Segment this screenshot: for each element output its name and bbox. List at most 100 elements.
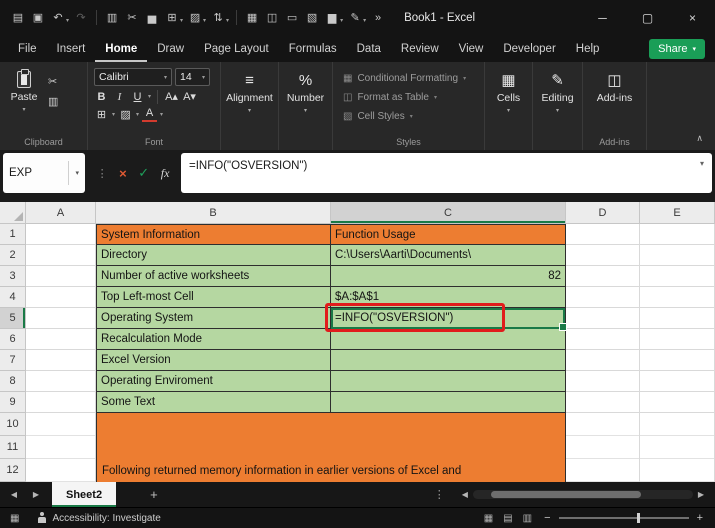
borders-caret-icon[interactable]: ▾ (180, 17, 183, 24)
tab-page-layout[interactable]: Page Layout (194, 35, 279, 62)
alignment-button[interactable]: ≡ Alignment ▾ (221, 62, 278, 114)
cell-B3[interactable]: Number of active worksheets (96, 266, 331, 287)
tab-data[interactable]: Data (347, 35, 391, 62)
row-header-4[interactable]: 4 (0, 287, 26, 308)
camera-icon[interactable]: ▭ (282, 7, 302, 29)
scrollbar-track[interactable] (473, 490, 693, 499)
cell-A9[interactable] (26, 392, 96, 413)
table-icon[interactable]: ▦ (242, 7, 262, 29)
copy-icon[interactable]: ▥ (102, 7, 122, 29)
cancel-icon[interactable]: × (119, 166, 127, 181)
zoom-out-icon[interactable]: − (544, 512, 550, 524)
fill-caret-icon[interactable]: ▾ (203, 17, 206, 24)
cell-C8[interactable] (331, 371, 566, 392)
cell-B5[interactable]: Operating System (96, 308, 331, 329)
scrollbar-thumb[interactable] (491, 491, 641, 498)
row-header-3[interactable]: 3 (0, 266, 26, 287)
cell-E6[interactable] (640, 329, 715, 350)
merged-note-cell[interactable]: Following returned memory information in… (96, 413, 566, 482)
column-header-A[interactable]: A (26, 202, 96, 224)
insert-function-icon[interactable]: fx (161, 166, 170, 181)
cut-icon[interactable]: ✂ (122, 7, 142, 29)
cell-D7[interactable] (566, 350, 640, 371)
cell-D8[interactable] (566, 371, 640, 392)
column-header-D[interactable]: D (566, 202, 640, 224)
cell-A8[interactable] (26, 371, 96, 392)
tab-help[interactable]: Help (566, 35, 610, 62)
expand-formula-bar-icon[interactable]: ▾ (700, 159, 704, 168)
row-header-9[interactable]: 9 (0, 392, 26, 413)
scroll-left-icon[interactable]: ◀ (457, 490, 473, 499)
fill-color-icon[interactable]: ▨ (118, 107, 133, 122)
row-headers-10-12[interactable]: 10 11 12 (0, 413, 26, 482)
conditional-formatting-button[interactable]: ▦ Conditional Formatting ▾ (343, 69, 484, 88)
app-menu-icon[interactable]: ▤ (8, 7, 28, 29)
cell-B1[interactable]: System Information (96, 224, 331, 245)
column-header-B[interactable]: B (96, 202, 331, 224)
tab-developer[interactable]: Developer (493, 35, 565, 62)
cut-icon[interactable]: ✂ (48, 74, 58, 88)
borders-icon[interactable]: ⊞ (94, 107, 109, 122)
row-header-6[interactable]: 6 (0, 329, 26, 350)
tab-formulas[interactable]: Formulas (279, 35, 347, 62)
cell-C4[interactable]: $A:$A$1 (331, 287, 566, 308)
fill-color-icon[interactable]: ▨ (185, 7, 205, 29)
normal-view-icon[interactable]: ▦ (484, 513, 493, 524)
cell-A6[interactable] (26, 329, 96, 350)
decrease-font-icon[interactable]: A▾ (182, 89, 197, 104)
column-header-C[interactable]: C (331, 202, 566, 224)
tab-view[interactable]: View (449, 35, 494, 62)
zoom-slider[interactable] (559, 517, 689, 519)
font-size-select[interactable]: 14 ▾ (175, 68, 210, 86)
borders-caret-icon[interactable]: ▾ (112, 111, 115, 118)
enter-icon[interactable]: ✓ (138, 165, 149, 181)
sheet-nav-right-icon[interactable]: ▶ (28, 490, 44, 499)
cell-C1[interactable]: Function Usage (331, 224, 566, 245)
underline-caret-icon[interactable]: ▾ (148, 93, 151, 100)
addins-button[interactable]: ◫ Add-ins (583, 62, 646, 104)
draw-icon[interactable]: ✎ (345, 7, 365, 29)
cell-C2[interactable]: C:\Users\Aarti\Documents\ (331, 245, 566, 266)
cell-A7[interactable] (26, 350, 96, 371)
font-family-select[interactable]: Calibri ▾ (94, 68, 172, 86)
horizontal-scrollbar[interactable]: ◀ ▶ (457, 490, 709, 499)
zoom-slider-thumb[interactable] (637, 513, 640, 523)
underline-button[interactable]: U (130, 89, 145, 104)
name-box-caret-icon[interactable]: ▾ (68, 161, 79, 185)
font-color-icon[interactable]: A (142, 107, 157, 122)
cells-button[interactable]: ▦ Cells ▾ (485, 62, 532, 114)
cells-E10-E12[interactable] (640, 413, 715, 482)
cells-D10-D12[interactable] (566, 413, 640, 482)
cell-A3[interactable] (26, 266, 96, 287)
cell-C6[interactable] (331, 329, 566, 350)
cell-B2[interactable]: Directory (96, 245, 331, 266)
redo-icon[interactable]: ↷ (71, 7, 91, 29)
increase-font-icon[interactable]: A▴ (164, 89, 179, 104)
cell-B7[interactable]: Excel Version (96, 350, 331, 371)
chart-icon[interactable]: ▅ (142, 7, 162, 29)
merge-cells-icon[interactable]: ◫ (262, 7, 282, 29)
tab-home[interactable]: Home (95, 35, 147, 62)
formula-input[interactable]: =INFO("OSVERSION") ▾ (181, 153, 712, 193)
borders-icon[interactable]: ⊞ (162, 7, 182, 29)
row-header-1[interactable]: 1 (0, 224, 26, 245)
page-break-view-icon[interactable]: ▥ (523, 513, 532, 524)
cell-D6[interactable] (566, 329, 640, 350)
share-button[interactable]: Share ▾ (649, 39, 705, 59)
cell-E9[interactable] (640, 392, 715, 413)
cell-B6[interactable]: Recalculation Mode (96, 329, 331, 350)
tab-insert[interactable]: Insert (47, 35, 96, 62)
cell-E2[interactable] (640, 245, 715, 266)
tab-review[interactable]: Review (391, 35, 449, 62)
chart2-icon[interactable]: ▆ (322, 7, 342, 29)
cell-E4[interactable] (640, 287, 715, 308)
italic-button[interactable]: I (112, 89, 127, 104)
bold-button[interactable]: B (94, 89, 109, 104)
cell-E5[interactable] (640, 308, 715, 329)
sheet-nav-left-icon[interactable]: ◀ (6, 490, 22, 499)
cell-D1[interactable] (566, 224, 640, 245)
formula-bar-handle-icon[interactable]: ⋮ (97, 167, 108, 180)
cell-E3[interactable] (640, 266, 715, 287)
column-header-E[interactable]: E (640, 202, 715, 224)
tab-file[interactable]: File (8, 35, 47, 62)
